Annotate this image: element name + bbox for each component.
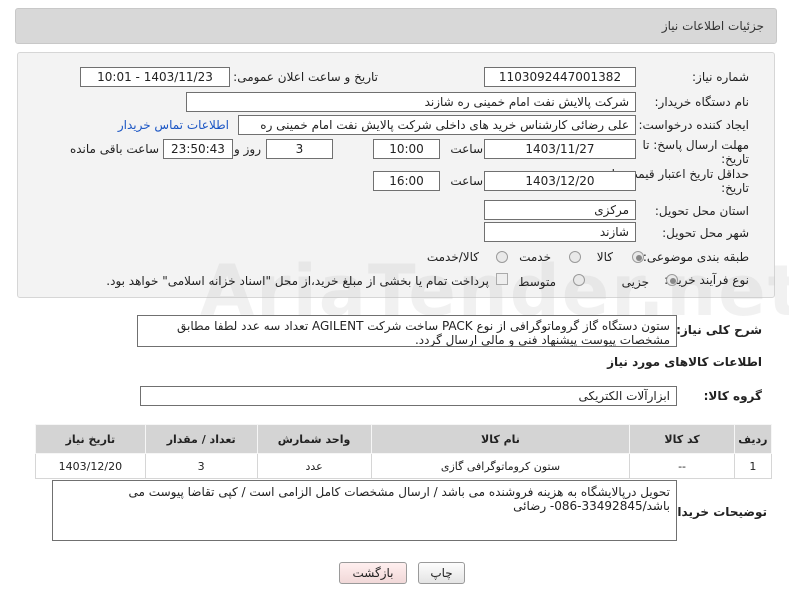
table-header-row: ردیف کد کالا نام کالا واحد شمارش تعداد /… <box>35 424 773 454</box>
deadline-date-label: تاریخ: <box>721 152 749 166</box>
requester-field: علی رضائی کارشناس خرید های داخلی شرکت پا… <box>238 115 636 135</box>
buyer-contact-link[interactable]: اطلاعات تماس خریدار <box>118 118 229 132</box>
need-number-label: شماره نیاز: <box>692 70 749 84</box>
cell-unit: عدد <box>256 453 372 479</box>
validity-date-label: تاریخ: <box>721 181 749 195</box>
deadline-date-field: 1403/11/27 <box>484 139 636 159</box>
announce-label: تاریخ و ساعت اعلان عمومی: <box>233 70 378 84</box>
deadline-label: مهلت ارسال پاسخ: تا <box>642 138 749 152</box>
col-date-header: تاریخ نیاز <box>35 424 146 454</box>
treasury-checkbox[interactable] <box>496 273 508 285</box>
cell-code: -- <box>629 453 735 479</box>
buyer-notes-line-2: باشد/33492845-086- رضائی <box>513 499 670 513</box>
back-button[interactable]: بازگشت <box>339 562 407 584</box>
need-number-field: 1103092447001382 <box>484 67 636 87</box>
deadline-time-label: ساعت <box>450 142 483 156</box>
goods-table: ردیف کد کالا نام کالا واحد شمارش تعداد /… <box>35 424 773 479</box>
page-title: جزئیات اطلاعات نیاز <box>661 19 764 33</box>
cell-name: ستون کروماتوگرافی گازی <box>370 453 631 479</box>
validity-date-field: 1403/12/20 <box>484 171 636 191</box>
buyer-notes-textarea[interactable]: تحویل درپالایشگاه به هزینه فروشنده می با… <box>52 480 677 541</box>
category-option-goods-service: کالا/خدمت <box>426 250 479 264</box>
cell-row: 1 <box>733 453 773 479</box>
summary-line-1: ستون دستگاه گاز گروماتوگرافی از نوع PACK… <box>177 319 670 333</box>
page-header: جزئیات اطلاعات نیاز <box>15 8 777 44</box>
requester-label: ایجاد کننده درخواست: <box>638 118 749 132</box>
validity-time-label: ساعت <box>450 174 483 188</box>
province-label: استان محل تحویل: <box>654 204 749 218</box>
goods-info-title: اطلاعات کالاهای مورد نیاز <box>607 355 762 369</box>
category-option-service: خدمت <box>519 250 551 264</box>
city-label: شهر محل تحویل: <box>662 226 749 240</box>
cell-date: 1403/12/20 <box>35 453 146 479</box>
col-code-header: کد کالا <box>629 424 735 454</box>
process-radio-medium[interactable] <box>573 274 585 286</box>
process-option-medium: متوسط <box>518 275 556 289</box>
col-unit-header: واحد شمارش <box>256 424 372 454</box>
validity-time-field: 16:00 <box>373 171 440 191</box>
summary-label: شرح کلی نیاز: <box>676 323 762 337</box>
goods-group-field: ابزارآلات الکتریکی <box>140 386 677 406</box>
treasury-note: پرداخت تمام یا بخشی از مبلغ خرید،از محل … <box>106 274 489 288</box>
category-option-goods: کالا <box>596 250 613 264</box>
category-radio-goods-service[interactable] <box>496 251 508 263</box>
buyer-notes-line-1: تحویل درپالایشگاه به هزینه فروشنده می با… <box>128 485 670 499</box>
goods-group-label: گروه کالا: <box>703 389 762 403</box>
province-field: مرکزی <box>484 200 636 220</box>
table-row: 1 -- ستون کروماتوگرافی گازی عدد 3 1403/1… <box>35 453 773 479</box>
buyer-org-field: شرکت پالایش نفت امام خمینی ره شازند <box>186 92 636 112</box>
cell-qty: 3 <box>144 453 258 479</box>
col-row-header: ردیف <box>733 424 773 454</box>
process-option-minor: جزیی <box>621 275 649 289</box>
category-radio-goods[interactable] <box>632 251 644 263</box>
deadline-time-field: 10:00 <box>373 139 440 159</box>
print-button[interactable]: چاپ <box>418 562 465 584</box>
days-label: روز و <box>234 142 261 156</box>
remaining-time-field: 23:50:43 <box>163 139 233 159</box>
deadline-days-field: 3 <box>266 139 333 159</box>
category-label: طبقه بندی موضوعی: <box>642 250 749 264</box>
buyer-notes-label: توضیحات خریدار: <box>665 505 767 519</box>
city-field: شازند <box>484 222 636 242</box>
remaining-label: ساعت باقی مانده <box>69 142 159 156</box>
summary-line-2: مشخصات پیوست پیشنهاد فنی و مالی ارسال گر… <box>414 333 670 347</box>
col-name-header: نام کالا <box>370 424 631 454</box>
summary-textarea[interactable]: ستون دستگاه گاز گروماتوگرافی از نوع PACK… <box>137 315 677 347</box>
category-radio-service[interactable] <box>569 251 581 263</box>
announce-field: 1403/11/23 - 10:01 <box>80 67 230 87</box>
process-radio-minor[interactable] <box>666 274 678 286</box>
col-qty-header: تعداد / مقدار <box>144 424 258 454</box>
buyer-org-label: نام دستگاه خریدار: <box>654 95 750 109</box>
